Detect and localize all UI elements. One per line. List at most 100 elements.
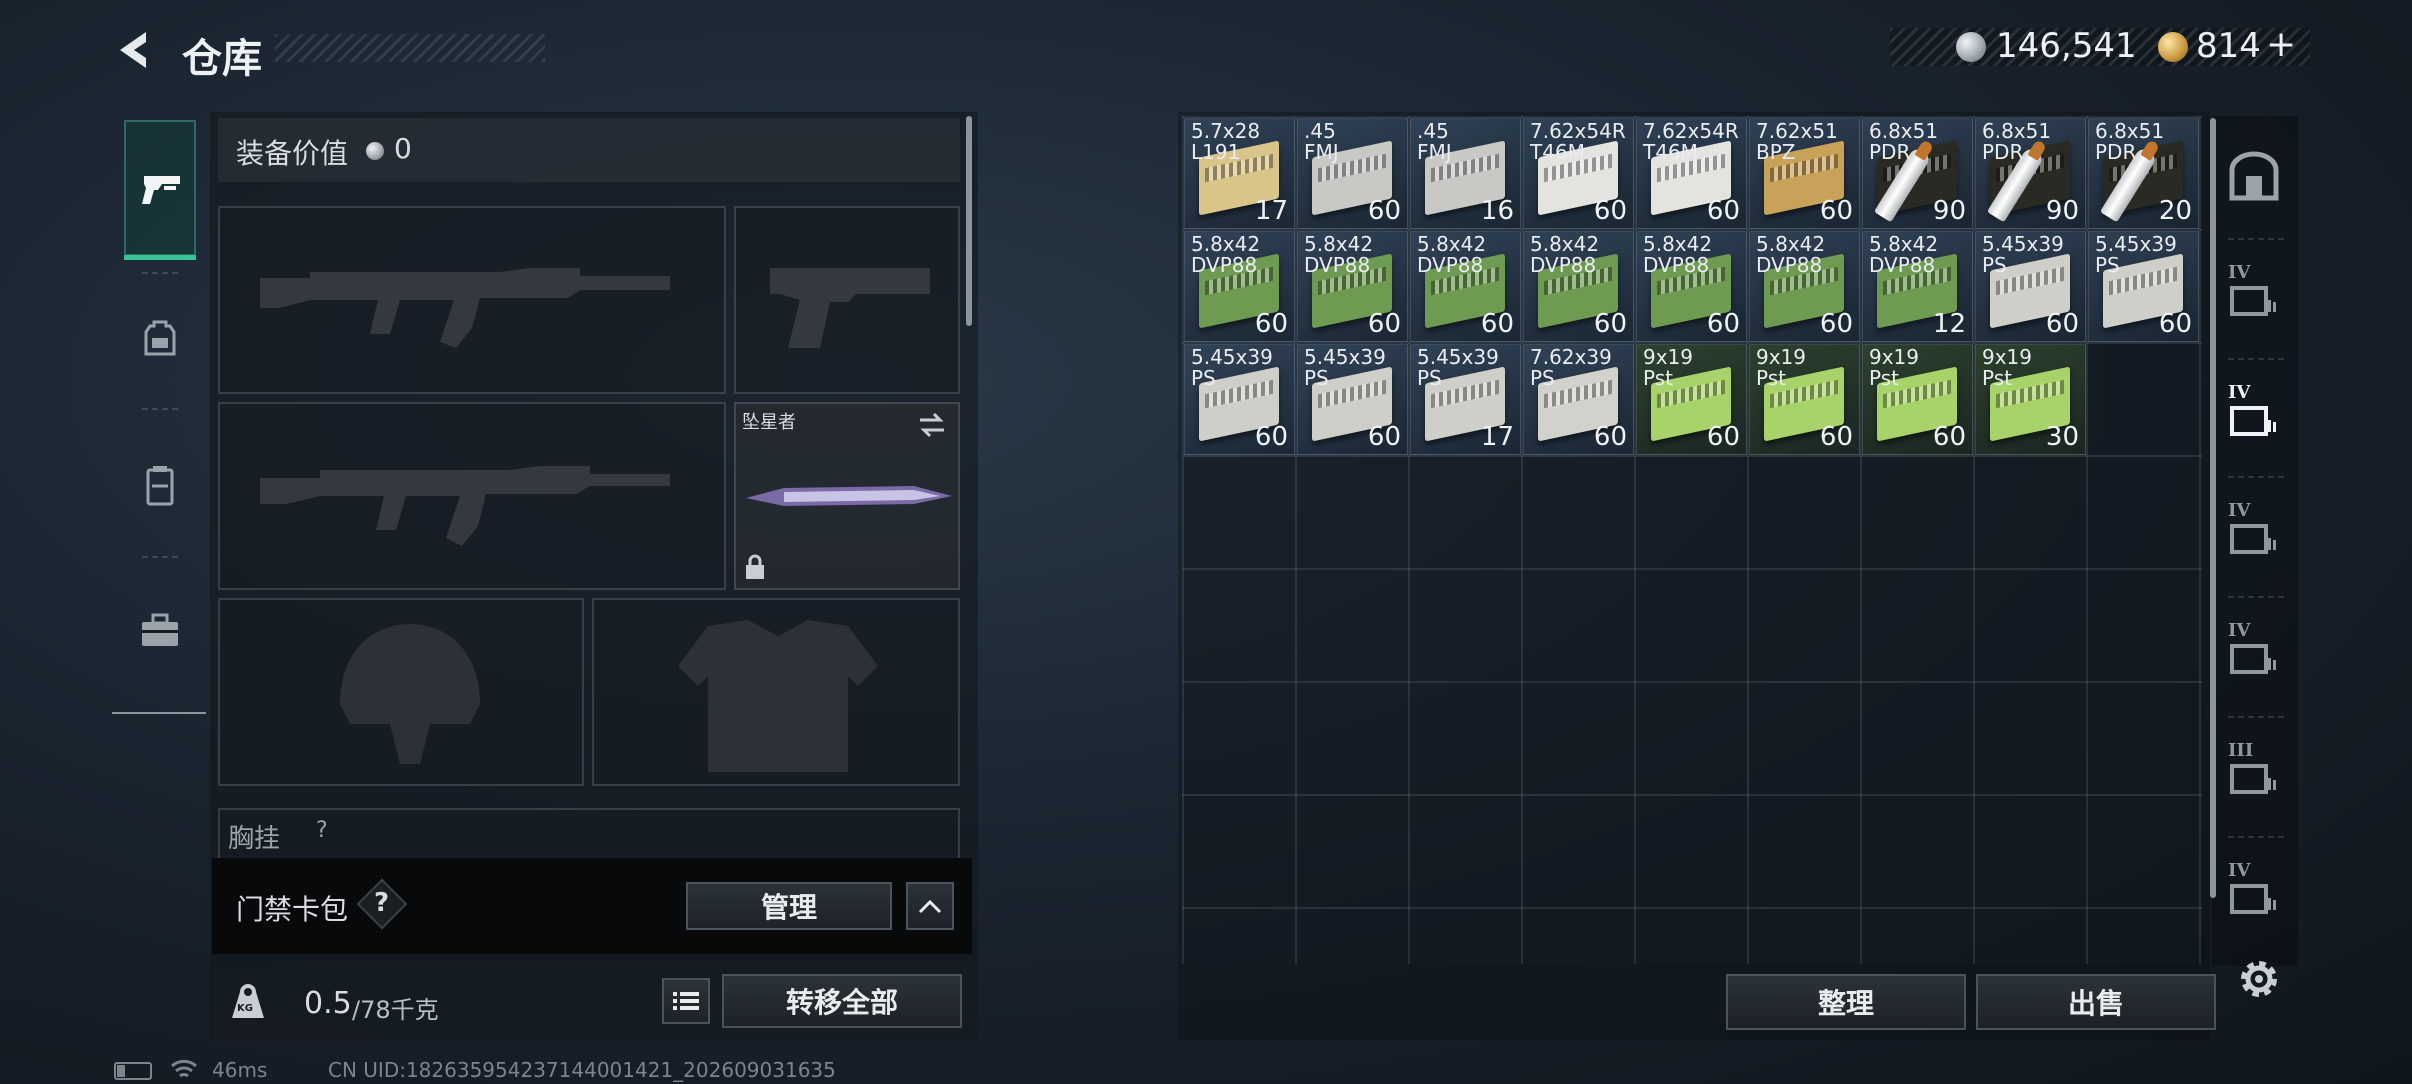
stash-item[interactable]: 5.8x42 DVP88 60 — [1410, 231, 1521, 342]
stash-item-quantity: 16 — [1480, 196, 1514, 226]
stash-item[interactable]: 9x19 Pst 30 — [1975, 344, 2086, 455]
tab-toolbox[interactable] — [124, 566, 196, 702]
safe-icon[interactable] — [2226, 148, 2282, 204]
sort-button[interactable]: 整理 — [1726, 974, 1966, 1030]
tab-weapons[interactable] — [124, 120, 196, 260]
armor-silhouette-icon — [678, 620, 878, 772]
stash-item-quantity: 60 — [1706, 309, 1740, 339]
stash-item[interactable]: 5.8x42 DVP88 60 — [1636, 231, 1747, 342]
stash-item[interactable]: 7.62x54R T46M 60 — [1523, 118, 1634, 229]
container-tab[interactable]: III — [2224, 740, 2284, 800]
sell-button[interactable]: 出售 — [1976, 974, 2216, 1030]
gear-icon[interactable] — [2236, 956, 2282, 1002]
manage-button[interactable]: 管理 — [686, 882, 892, 930]
sidearm-slot[interactable] — [734, 206, 960, 394]
stash-item[interactable]: 5.8x42 DVP88 60 — [1297, 231, 1408, 342]
body-armor-slot[interactable] — [592, 598, 960, 786]
stash-item-name: .45 FMJ — [1304, 119, 1339, 164]
transfer-all-button[interactable]: 转移全部 — [722, 974, 962, 1028]
stash-item-quantity: 30 — [2045, 422, 2079, 452]
stash-item[interactable]: 5.8x42 DVP88 60 — [1184, 231, 1295, 342]
melee-slot[interactable]: 坠星者 — [734, 402, 960, 590]
container-icon — [2230, 524, 2276, 554]
rifle-silhouette-icon — [260, 268, 670, 348]
stash-item[interactable]: 6.8x51 PDR 20 — [2088, 118, 2199, 229]
stash-item[interactable]: 7.62x51 BPZ 60 — [1749, 118, 1860, 229]
container-tab[interactable]: IV — [2224, 620, 2284, 680]
primary-weapon-slot[interactable] — [218, 206, 726, 394]
equipment-value-amount: 0 — [394, 132, 412, 165]
stash-item[interactable]: .45 FMJ 16 — [1410, 118, 1521, 229]
stash-item[interactable]: 9x19 Pst 60 — [1636, 344, 1747, 455]
stash-grid[interactable]: 5.7x28 L191 17 .45 FMJ 60 .45 FMJ 16 7.62x54R … — [1182, 116, 2202, 964]
stash-item-name: 6.8x51 PDR — [2095, 119, 2165, 164]
stash-item[interactable]: 5.8x42 DVP88 60 — [1523, 231, 1634, 342]
stash-item[interactable]: 5.8x42 DVP88 12 — [1862, 231, 1973, 342]
tab-backpack[interactable] — [124, 272, 196, 408]
stash-item-quantity: 90 — [2045, 196, 2079, 226]
add-gold-button[interactable]: + — [2266, 24, 2296, 65]
stash-item-name: 5.45x39 PS — [1191, 345, 1273, 390]
stash-item-name: 9x19 Pst — [1869, 345, 1920, 390]
equipment-value-row: 装备价值 0 — [218, 118, 960, 182]
stash-item[interactable]: 5.45x39 PS 60 — [1975, 231, 2086, 342]
stash-item[interactable]: 7.62x54R T46M 60 — [1636, 118, 1747, 229]
equipment-scrollbar[interactable] — [966, 116, 972, 326]
stash-scrollbar[interactable] — [2210, 118, 2216, 898]
stash-item-name: 5.8x42 DVP88 — [1417, 232, 1487, 277]
secondary-weapon-slot[interactable] — [218, 402, 726, 590]
stash-item[interactable]: 5.45x39 PS 60 — [2088, 231, 2199, 342]
stash-item[interactable]: 5.45x39 PS 17 — [1410, 344, 1521, 455]
container-tab[interactable]: IV — [2224, 860, 2284, 920]
container-tab[interactable]: IV — [2224, 382, 2284, 442]
keycard-wallet-bar: 门禁卡包 ? 管理 — [212, 858, 972, 954]
helmet-slot[interactable] — [218, 598, 584, 786]
stash-item[interactable]: .45 FMJ 60 — [1297, 118, 1408, 229]
page-title: 仓库 — [182, 36, 262, 82]
container-icon — [2230, 644, 2276, 674]
chest-rig-slot[interactable]: 胸挂 ? — [218, 808, 960, 860]
stash-item[interactable]: 7.62x39 PS 60 — [1523, 344, 1634, 455]
wifi-icon — [171, 1059, 197, 1078]
side-tab-separator — [2228, 238, 2284, 240]
pistol-silhouette-icon — [770, 268, 930, 348]
title-decoration — [275, 34, 545, 62]
stash-item[interactable]: 9x19 Pst 60 — [1749, 344, 1860, 455]
container-icon — [2230, 286, 2276, 316]
stash-item[interactable]: 5.7x28 L191 17 — [1184, 118, 1295, 229]
uid-text: CN UID:18263595423714400142​1_2026090316… — [328, 1058, 836, 1082]
swap-icon[interactable] — [916, 412, 948, 438]
stash-item-name: 9x19 Pst — [1756, 345, 1807, 390]
stash-item[interactable]: 5.45x39 PS 60 — [1184, 344, 1295, 455]
stash-item[interactable]: 9x19 Pst 60 — [1862, 344, 1973, 455]
stash-item-quantity: 90 — [1932, 196, 1966, 226]
expand-button[interactable] — [906, 882, 954, 930]
stash-item[interactable]: 6.8x51 PDR 90 — [1975, 118, 2086, 229]
stash-item-quantity: 60 — [1706, 422, 1740, 452]
side-tab-separator — [2228, 836, 2284, 838]
stash-item-name: 5.45x39 PS — [1304, 345, 1386, 390]
stash-item[interactable]: 6.8x51 PDR 90 — [1862, 118, 1973, 229]
tab-separator — [142, 408, 178, 410]
gold-coin-icon — [2158, 32, 2188, 62]
container-icon — [2230, 406, 2276, 436]
list-view-button[interactable] — [662, 978, 710, 1024]
stash-item-quantity: 60 — [1480, 309, 1514, 339]
back-arrow-icon[interactable] — [112, 28, 156, 72]
tab-separator — [142, 556, 178, 558]
stash-item-quantity: 60 — [1593, 422, 1627, 452]
container-tab[interactable]: IV — [2224, 500, 2284, 560]
stash-item[interactable]: 5.45x39 PS 60 — [1297, 344, 1408, 455]
container-tab[interactable]: IV — [2224, 262, 2284, 322]
stash-item-name: 5.45x39 PS — [1417, 345, 1499, 390]
container-icon — [2230, 764, 2276, 794]
stash-item-quantity: 60 — [1254, 422, 1288, 452]
weight-current: 0.5 — [304, 986, 352, 1021]
tab-chest-rig[interactable] — [124, 420, 196, 556]
chest-rig-icon — [146, 466, 174, 506]
stash-item[interactable]: 5.8x42 DVP88 60 — [1749, 231, 1860, 342]
backpack-icon — [144, 320, 176, 356]
stash-item-quantity: 12 — [1932, 309, 1966, 339]
stash-item-quantity: 17 — [1480, 422, 1514, 452]
stash-item-quantity: 60 — [1819, 309, 1853, 339]
